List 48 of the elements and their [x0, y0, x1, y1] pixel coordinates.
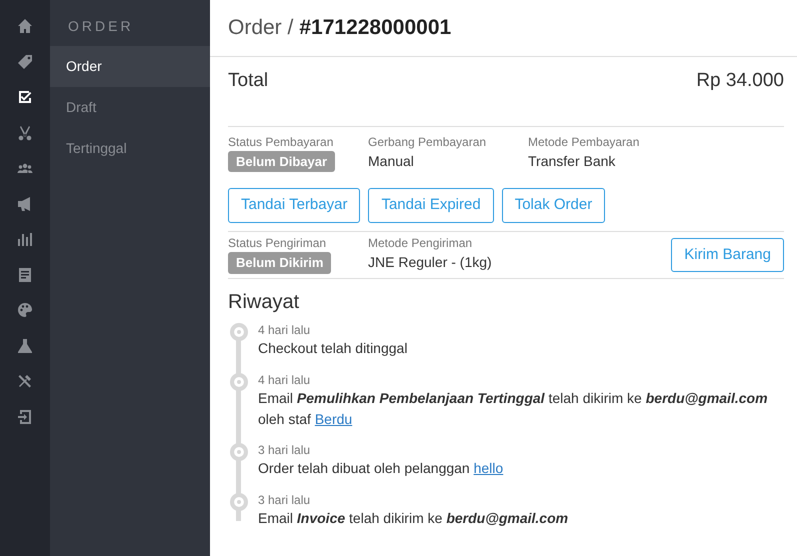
timeline-dot: [230, 442, 248, 461]
field-label: Metode Pengiriman: [368, 236, 474, 250]
page-title: Order /: [228, 15, 294, 42]
sidebar-item[interactable]: Tertinggal: [50, 128, 210, 169]
action-button[interactable]: Tandai Expired: [368, 188, 494, 223]
field-label: Status Pembayaran: [228, 134, 334, 149]
field-label: Gerbang Pembayaran: [368, 134, 488, 149]
timestamp: 4 hari lalu: [258, 322, 312, 338]
timeline-dot: [230, 492, 248, 511]
field-label: Status Pengiriman: [228, 236, 328, 250]
action-button[interactable]: Tolak Order: [502, 188, 606, 223]
tools-icon[interactable]: [17, 373, 33, 389]
history-message: Email Pemulihkan Pembelanjaan Tertinggal telah dikirim ke berdu@gmail.com oleh staf Berdu: [258, 389, 769, 429]
megaphone-icon[interactable]: [17, 196, 33, 212]
section-title: Riwayat: [228, 290, 300, 315]
field-value: Transfer Bank: [528, 152, 616, 171]
user-link[interactable]: Berdu: [314, 410, 352, 427]
palette-icon[interactable]: [17, 302, 33, 318]
total-label: Total: [228, 69, 268, 93]
status-badge: Belum Dibayar: [228, 150, 336, 172]
tag-icon[interactable]: [17, 54, 33, 70]
sidebar-item[interactable]: Order: [50, 46, 210, 87]
flask-icon[interactable]: [17, 338, 33, 354]
checkbox-icon[interactable]: [17, 89, 33, 105]
field-value: JNE Reguler - (1kg): [368, 253, 492, 272]
send-button[interactable]: Kirim Barang: [671, 238, 784, 272]
action-button[interactable]: Tandai Terbayar: [228, 188, 360, 223]
timeline-dot: [230, 322, 248, 341]
timeline-dot: [230, 372, 248, 391]
document-icon[interactable]: [17, 266, 33, 282]
status-badge: Belum Dikirim: [228, 252, 332, 274]
order-number: #171228000001: [299, 15, 452, 42]
history-message: Order telah dibuat oleh pelanggan hello: [258, 459, 504, 478]
field-value: Manual: [368, 152, 414, 171]
bar-chart-icon[interactable]: [17, 231, 33, 247]
sidebar-item[interactable]: Draft: [50, 87, 210, 128]
history-message: Email Invoice telah dikirim ke berdu@gmail.com: [258, 509, 568, 528]
timestamp: 4 hari lalu: [258, 372, 312, 388]
field-label: Metode Pembayaran: [528, 134, 640, 149]
sign-in-icon[interactable]: [17, 408, 33, 424]
timestamp: 3 hari lalu: [258, 492, 312, 508]
home-icon[interactable]: [17, 18, 33, 34]
timestamp: 3 hari lalu: [258, 442, 312, 458]
scissors-icon[interactable]: [17, 124, 33, 140]
sidebar-title: ORDER: [67, 17, 135, 36]
user-link[interactable]: hello: [474, 460, 504, 476]
total-amount: Rp 34.000: [696, 69, 784, 93]
history-message: Checkout telah ditinggal: [258, 339, 408, 358]
